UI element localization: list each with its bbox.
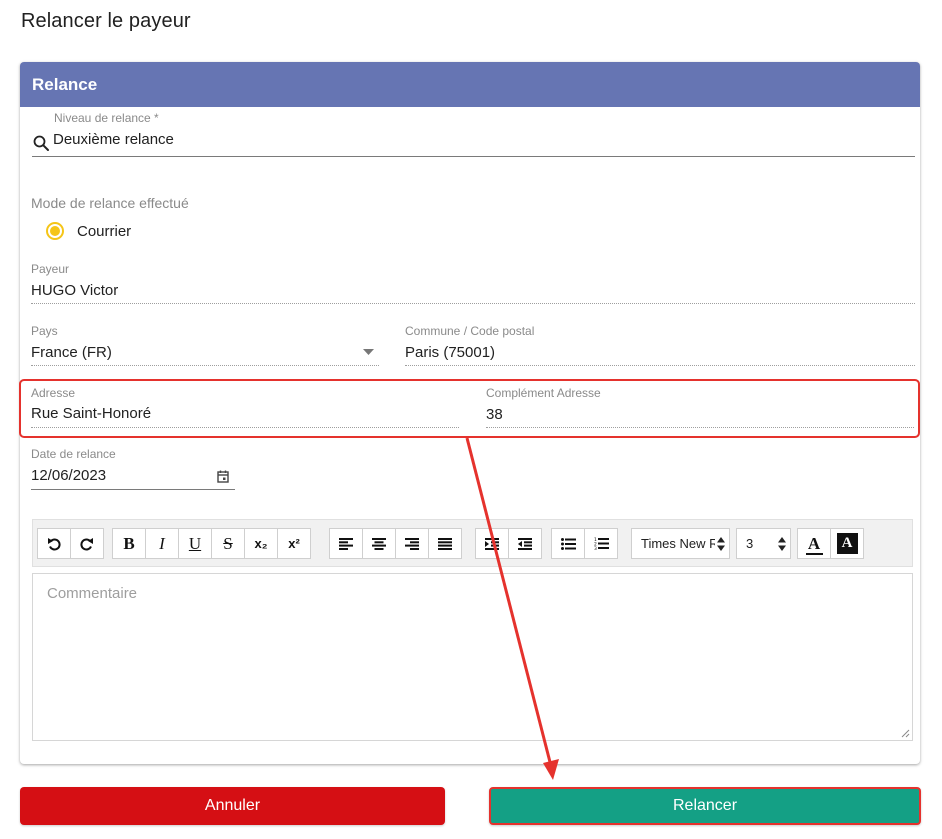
bullet-list-icon bbox=[560, 537, 576, 550]
date-value: 12/06/2023 bbox=[31, 467, 107, 484]
underline-button[interactable]: U bbox=[178, 528, 212, 559]
indent-button[interactable] bbox=[475, 528, 509, 559]
payeur-field[interactable]: HUGO Victor bbox=[31, 279, 915, 304]
format-group: B I U S x₂ x² bbox=[112, 528, 311, 559]
dropdown-arrow-icon[interactable] bbox=[363, 349, 374, 355]
submit-button[interactable]: Relancer bbox=[489, 787, 921, 825]
commune-label: Commune / Code postal bbox=[405, 324, 535, 338]
indent-group bbox=[475, 528, 542, 559]
redo-icon bbox=[80, 537, 93, 550]
italic-button[interactable]: I bbox=[145, 528, 179, 559]
font-color-button[interactable]: A bbox=[797, 528, 831, 559]
font-size-select[interactable]: 3 bbox=[736, 528, 791, 559]
font-family-select[interactable]: Times New Roman bbox=[631, 528, 730, 559]
niveau-label: Niveau de relance * bbox=[54, 111, 159, 125]
resize-handle-icon[interactable] bbox=[901, 729, 910, 738]
font-color-letter: A bbox=[807, 534, 821, 553]
radio-courrier[interactable]: Courrier bbox=[46, 222, 131, 240]
align-center-button[interactable] bbox=[362, 528, 396, 559]
background-color-button[interactable]: A bbox=[830, 528, 864, 559]
card-header: Relance bbox=[20, 62, 920, 107]
pays-label: Pays bbox=[31, 324, 58, 338]
superscript-button[interactable]: x² bbox=[277, 528, 311, 559]
pays-value: France (FR) bbox=[31, 344, 112, 361]
font-family-value: Times New Roman bbox=[641, 536, 715, 551]
undo-button[interactable] bbox=[37, 528, 71, 559]
background-color-letter: A bbox=[836, 533, 858, 554]
font-size-value: 3 bbox=[746, 536, 754, 551]
align-center-icon bbox=[372, 537, 386, 550]
comment-textarea[interactable]: Commentaire bbox=[32, 573, 913, 741]
align-right-button[interactable] bbox=[395, 528, 429, 559]
date-field[interactable]: 12/06/2023 bbox=[31, 463, 235, 490]
align-group bbox=[329, 528, 462, 559]
search-icon bbox=[33, 135, 49, 151]
numbered-list-icon: 1 2 3 bbox=[594, 537, 609, 550]
history-group bbox=[37, 528, 104, 559]
pays-select[interactable]: France (FR) bbox=[31, 341, 379, 366]
calendar-icon[interactable] bbox=[217, 470, 229, 483]
payeur-value: HUGO Victor bbox=[31, 282, 119, 299]
bullet-list-button[interactable] bbox=[551, 528, 585, 559]
niveau-value: Deuxième relance bbox=[53, 131, 174, 148]
align-left-button[interactable] bbox=[329, 528, 363, 559]
date-label: Date de relance bbox=[31, 447, 116, 461]
indent-icon bbox=[485, 537, 499, 550]
align-right-icon bbox=[405, 537, 419, 550]
align-justify-button[interactable] bbox=[428, 528, 462, 559]
commune-field[interactable]: Paris (75001) bbox=[405, 341, 915, 366]
radio-indicator[interactable] bbox=[46, 222, 64, 240]
strikethrough-button[interactable]: S bbox=[211, 528, 245, 559]
outdent-button[interactable] bbox=[508, 528, 542, 559]
list-group: 1 2 3 bbox=[551, 528, 618, 559]
select-arrows-icon bbox=[778, 537, 786, 551]
comment-placeholder: Commentaire bbox=[47, 585, 138, 602]
font-color-bar bbox=[805, 553, 823, 555]
bold-button[interactable]: B bbox=[112, 528, 146, 559]
undo-icon bbox=[48, 537, 61, 550]
align-justify-icon bbox=[438, 537, 452, 550]
align-left-icon bbox=[339, 537, 353, 550]
mode-label: Mode de relance effectué bbox=[31, 195, 189, 211]
redo-button[interactable] bbox=[70, 528, 104, 559]
svg-text:3: 3 bbox=[594, 546, 597, 550]
cancel-button[interactable]: Annuler bbox=[20, 787, 445, 825]
editor-toolbar: B I U S x₂ x² 1 2 3 Times New 3 A A bbox=[32, 519, 913, 567]
subscript-button[interactable]: x₂ bbox=[244, 528, 278, 559]
address-highlight bbox=[19, 379, 920, 438]
numbered-list-button[interactable]: 1 2 3 bbox=[584, 528, 618, 559]
select-arrows-icon bbox=[717, 537, 725, 551]
niveau-select[interactable]: Deuxième relance bbox=[32, 128, 915, 157]
radio-courrier-label: Courrier bbox=[77, 222, 132, 240]
color-group: A A bbox=[797, 528, 864, 559]
payeur-label: Payeur bbox=[31, 262, 70, 276]
outdent-icon bbox=[518, 537, 532, 550]
page-title: Relancer le payeur bbox=[21, 10, 191, 32]
commune-value: Paris (75001) bbox=[405, 344, 496, 361]
